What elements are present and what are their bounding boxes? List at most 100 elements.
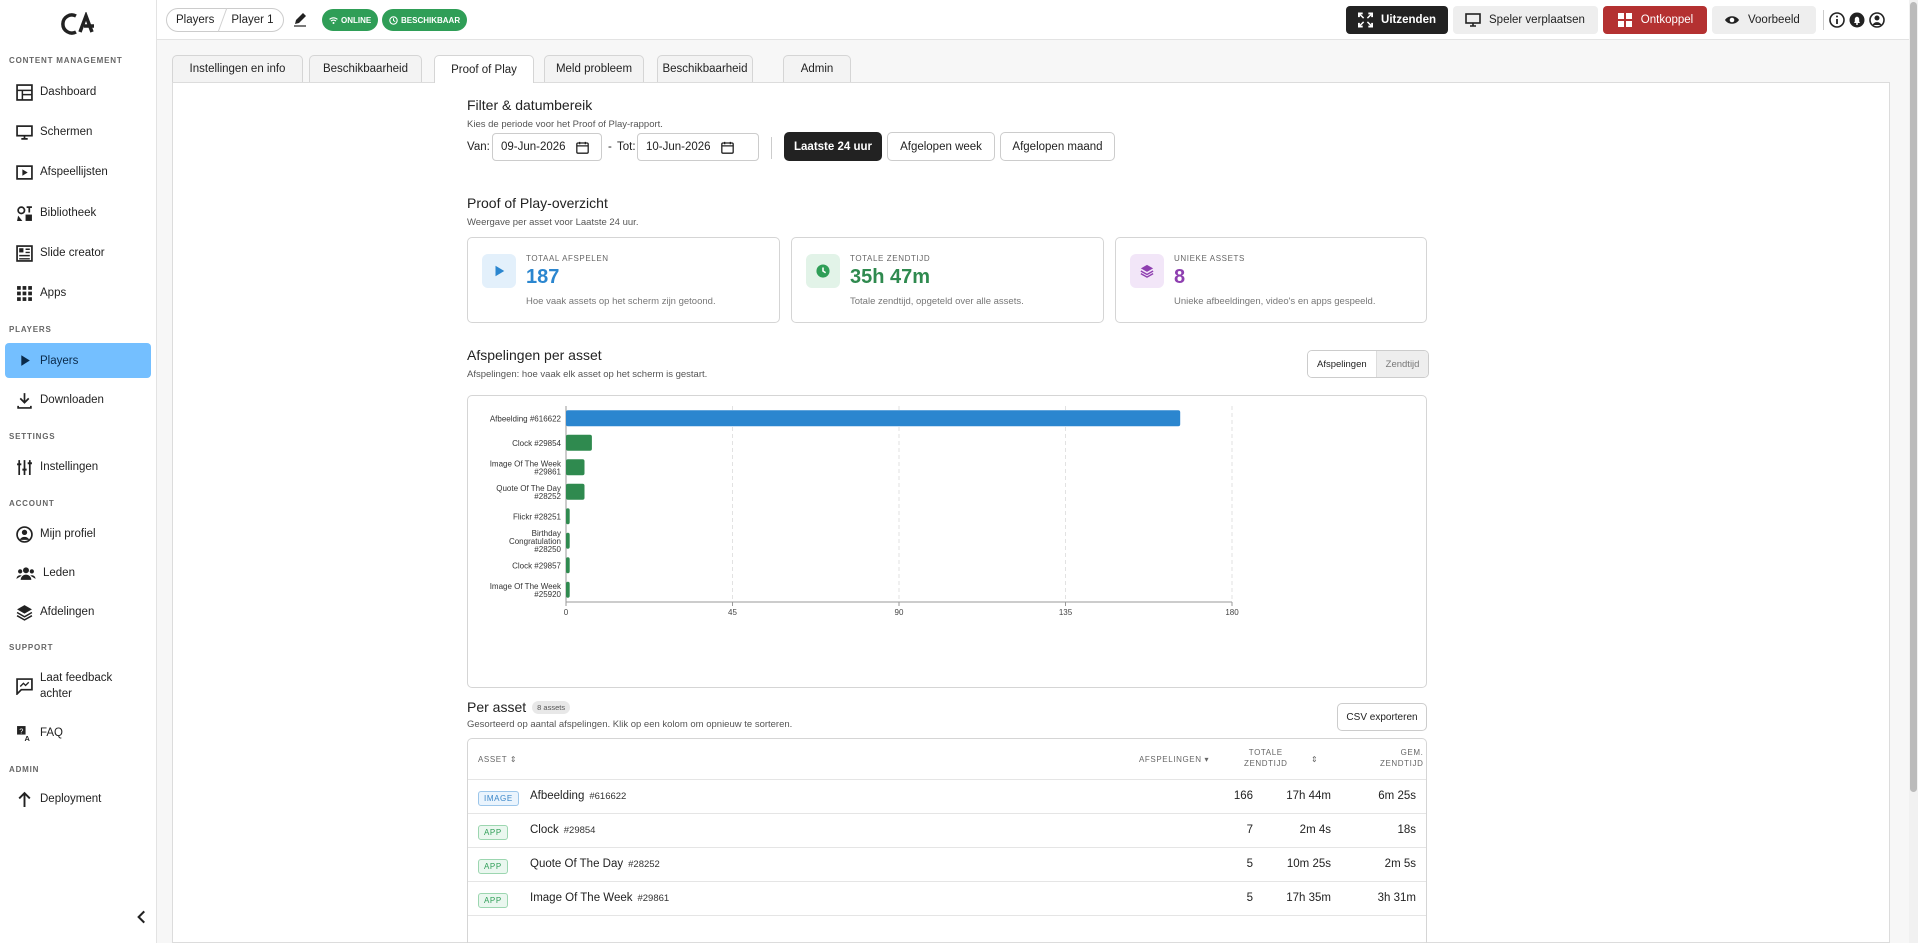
uitzenden-button[interactable]: Uitzenden: [1346, 6, 1448, 34]
tab-beschikbaarheid[interactable]: Beschikbaarheid: [309, 55, 422, 82]
toggle-zendtijd[interactable]: Zendtijd: [1376, 351, 1429, 377]
scrollbar-thumb[interactable]: [1910, 2, 1917, 792]
sidebar-item-label: Slide creator: [40, 247, 105, 259]
sidebar-item-slide-creator[interactable]: Slide creator: [5, 236, 151, 270]
sidebar-item-label: Downloaden: [40, 394, 104, 406]
tab-instellingen-en-info[interactable]: Instellingen en info: [172, 55, 303, 82]
available-badge-label: BESCHIKBAAR: [401, 15, 461, 25]
page-scrollbar[interactable]: [1909, 0, 1918, 943]
sidebar-item-label: Leden: [43, 567, 75, 579]
sidebar-item-dashboard[interactable]: Dashboard: [5, 75, 151, 109]
info-icon[interactable]: [1829, 12, 1845, 28]
sidebar: CONTENT MANAGEMENT Dashboard Schermen Af…: [0, 0, 157, 943]
breadcrumb-players[interactable]: Players: [176, 14, 214, 26]
bar: [566, 557, 570, 574]
to-date-input[interactable]: 10-Jun-2026: [637, 133, 759, 161]
column-header-total-airtime[interactable]: TOTALE ZENDTIJD: [1244, 747, 1287, 769]
column-header-asset-label: ASSET: [478, 755, 508, 764]
per-asset-bar-chart: 0 45 90 135 180 Afbeelding #616622 Clock #2985…: [490, 406, 1239, 617]
table-row[interactable]: APP Clock #29854 7 2m 4s 18s: [468, 813, 1426, 847]
bar: [566, 581, 570, 598]
range-last-24h-button[interactable]: Laatste 24 uur: [784, 132, 882, 161]
filter-divider: [771, 137, 772, 159]
sidebar-item-schermen[interactable]: Schermen: [5, 115, 151, 149]
voorbeeld-button[interactable]: Voorbeeld: [1712, 6, 1816, 34]
range-last-week-button[interactable]: Afgelopen week: [887, 132, 995, 161]
bar: [566, 459, 585, 476]
breadcrumb: Players Player 1: [166, 8, 284, 32]
slide-creator-icon: [16, 244, 33, 262]
sidebar-item-label: Afdelingen: [40, 606, 95, 618]
column-header-asset[interactable]: ASSET ⇕: [478, 754, 517, 765]
table-subtitle: Gesorteerd op aantal afspelingen. Klik o…: [467, 719, 793, 730]
stat-value: 8: [1174, 266, 1186, 288]
sidebar-item-label: Players: [40, 354, 79, 367]
sidebar-item-downloaden[interactable]: Downloaden: [5, 383, 151, 417]
stat-label: UNIEKE ASSETS: [1174, 254, 1245, 263]
tab-meld-probleem[interactable]: Meld probleem: [544, 55, 644, 82]
sidebar-item-apps[interactable]: Apps: [5, 276, 151, 310]
stat-card-unique-assets: UNIEKE ASSETS 8 Unieke afbeeldingen, vid…: [1115, 237, 1427, 323]
asset-id: #29854: [563, 825, 596, 836]
apps-grid-icon: [17, 285, 32, 301]
sidebar-item-leden[interactable]: Leden: [5, 556, 151, 590]
app-logo[interactable]: [60, 12, 96, 36]
collapse-sidebar-chevron-icon[interactable]: [133, 908, 151, 926]
csv-export-button[interactable]: CSV exporteren: [1337, 703, 1427, 731]
section-content-management: CONTENT MANAGEMENT: [9, 56, 123, 65]
sidebar-item-label: Bibliotheek: [40, 207, 97, 219]
sidebar-item-players[interactable]: Players: [5, 343, 151, 378]
asset-name: Quote Of The Day #28252: [530, 858, 660, 870]
chart-metric-toggle: Afspelingen Zendtijd: [1307, 350, 1430, 378]
table-row[interactable]: APP Quote Of The Day #28252 5 10m 25s 2m …: [468, 847, 1426, 881]
sidebar-item-bibliotheek[interactable]: Bibliotheek: [5, 196, 151, 230]
edit-pencil-icon[interactable]: [292, 11, 308, 27]
ontkoppel-button[interactable]: Ontkoppel: [1603, 6, 1707, 34]
from-date-input[interactable]: 09-Jun-2026: [492, 133, 602, 161]
monitor-icon: [1465, 13, 1481, 27]
notifications-bell-icon[interactable]: [1849, 12, 1865, 28]
sidebar-item-mijn-profiel[interactable]: Mijn profiel: [5, 517, 151, 551]
avg-airtime-cell: 3h 31m: [1377, 892, 1416, 904]
sidebar-item-afdelingen[interactable]: Afdelingen: [5, 595, 151, 629]
sidebar-item-label: Instellingen: [40, 461, 99, 473]
plays-cell: 7: [1246, 824, 1253, 836]
overview-title: Proof of Play-overzicht: [467, 195, 608, 211]
sidebar-item-deployment[interactable]: Deployment: [5, 782, 151, 816]
svg-text:?: ?: [19, 726, 23, 735]
total-airtime-cell: 2m 4s: [1299, 824, 1331, 836]
table-row[interactable]: IMAGE Afbeelding #616622 166 17h 44m 6m 2…: [468, 779, 1426, 813]
play-icon: [21, 355, 30, 366]
sidebar-item-afspeellijsten[interactable]: Afspeellijsten: [5, 155, 151, 189]
sidebar-item-instellingen[interactable]: Instellingen: [5, 450, 151, 484]
sort-icon[interactable]: ⇕: [1311, 754, 1318, 765]
header-line: GEM.: [1400, 748, 1424, 757]
column-header-avg-airtime[interactable]: GEM. ZENDTIJD: [1380, 747, 1423, 769]
column-header-plays-label: AFSPELINGEN: [1139, 755, 1202, 764]
column-header-plays[interactable]: AFSPELINGEN ▾: [1139, 754, 1209, 765]
sidebar-item-feedback[interactable]: Laat feedback achter: [5, 666, 151, 706]
toggle-afspelingen[interactable]: Afspelingen: [1308, 351, 1377, 377]
sidebar-item-label: Mijn profiel: [40, 528, 96, 540]
stat-value: 187: [526, 266, 560, 288]
breadcrumb-player-1[interactable]: Player 1: [231, 14, 273, 26]
per-asset-chart-section: Afspelingen per asset Afspelingen: hoe v…: [467, 347, 1430, 380]
range-last-month-button[interactable]: Afgelopen maand: [1000, 132, 1115, 161]
x-tick-label: 135: [1059, 608, 1073, 617]
table-row[interactable]: APP Image Of The Week #29861 5 17h 35m 3h…: [468, 881, 1426, 915]
asset-id: #29861: [637, 893, 670, 904]
layers-icon: [16, 604, 33, 621]
sidebar-item-faq[interactable]: ? A FAQ: [5, 716, 151, 750]
account-avatar-icon[interactable]: [1869, 12, 1885, 28]
sidebar-item-label: FAQ: [40, 727, 64, 739]
total-airtime-cell: 17h 35m: [1286, 892, 1331, 904]
speler-verplaatsen-button[interactable]: Speler verplaatsen: [1453, 6, 1598, 34]
category-label: #28252: [534, 492, 561, 501]
overview-subtitle: Weergave per asset voor Laatste 24 uur.: [467, 217, 639, 228]
tab-beschikbaarheid-2[interactable]: Beschikbaarheid: [657, 55, 753, 82]
category-label: Clock #29857: [512, 561, 561, 570]
tab-proof-of-play[interactable]: Proof of Play: [434, 55, 534, 83]
tab-admin[interactable]: Admin: [783, 55, 851, 82]
bar: [566, 434, 592, 451]
section-support: SUPPORT: [9, 643, 54, 652]
